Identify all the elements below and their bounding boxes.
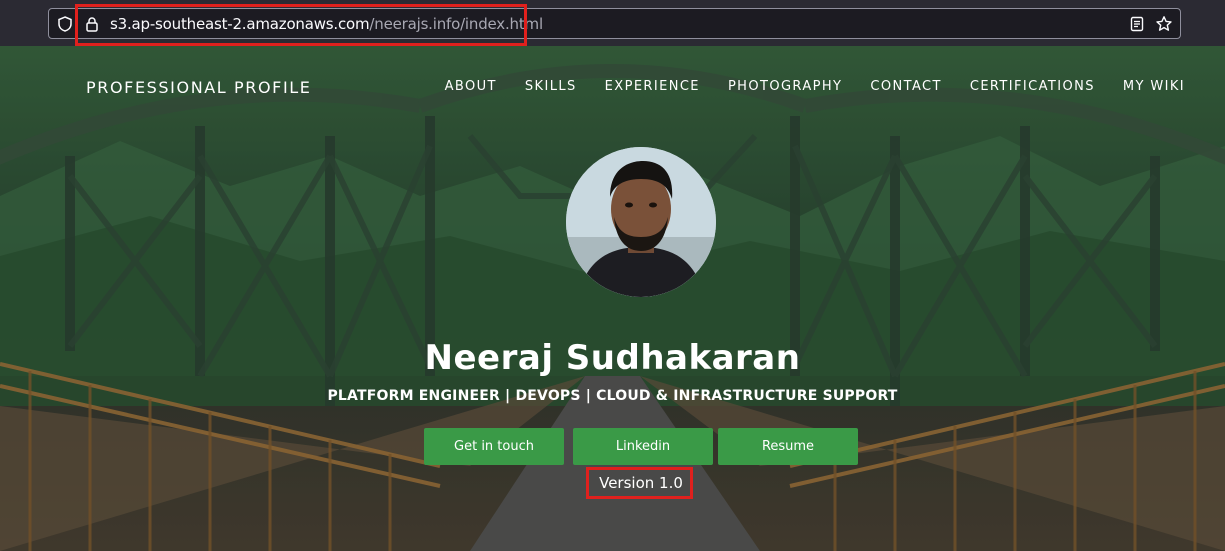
nav-skills[interactable]: SKILLS bbox=[525, 79, 577, 94]
shield-icon[interactable] bbox=[56, 15, 74, 33]
nav-my-wiki[interactable]: MY WIKI bbox=[1123, 79, 1185, 94]
get-in-touch-button[interactable]: Get in touch bbox=[424, 428, 564, 465]
nav-photography[interactable]: PHOTOGRAPHY bbox=[728, 79, 842, 94]
profile-avatar bbox=[566, 147, 716, 297]
nav-about[interactable]: ABOUT bbox=[445, 79, 497, 94]
url-highlight-box bbox=[75, 4, 527, 46]
nav-contact[interactable]: CONTACT bbox=[870, 79, 941, 94]
site-brand[interactable]: PROFESSIONAL PROFILE bbox=[86, 78, 312, 97]
nav-certifications[interactable]: CERTIFICATIONS bbox=[970, 79, 1095, 94]
reader-view-icon[interactable] bbox=[1128, 15, 1146, 33]
linkedin-button[interactable]: Linkedin bbox=[573, 428, 713, 465]
profile-title: PLATFORM ENGINEER | DEVOPS | CLOUD & INF… bbox=[327, 388, 898, 404]
version-highlight-box bbox=[586, 467, 693, 499]
profile-name: Neeraj Sudhakaran bbox=[424, 338, 801, 378]
bookmark-star-icon[interactable] bbox=[1155, 15, 1173, 33]
nav-experience[interactable]: EXPERIENCE bbox=[605, 79, 700, 94]
resume-button[interactable]: Resume bbox=[718, 428, 858, 465]
hero-section: PROFESSIONAL PROFILE ABOUT SKILLS EXPERI… bbox=[0, 46, 1225, 551]
main-nav: ABOUT SKILLS EXPERIENCE PHOTOGRAPHY CONT… bbox=[417, 79, 1185, 94]
